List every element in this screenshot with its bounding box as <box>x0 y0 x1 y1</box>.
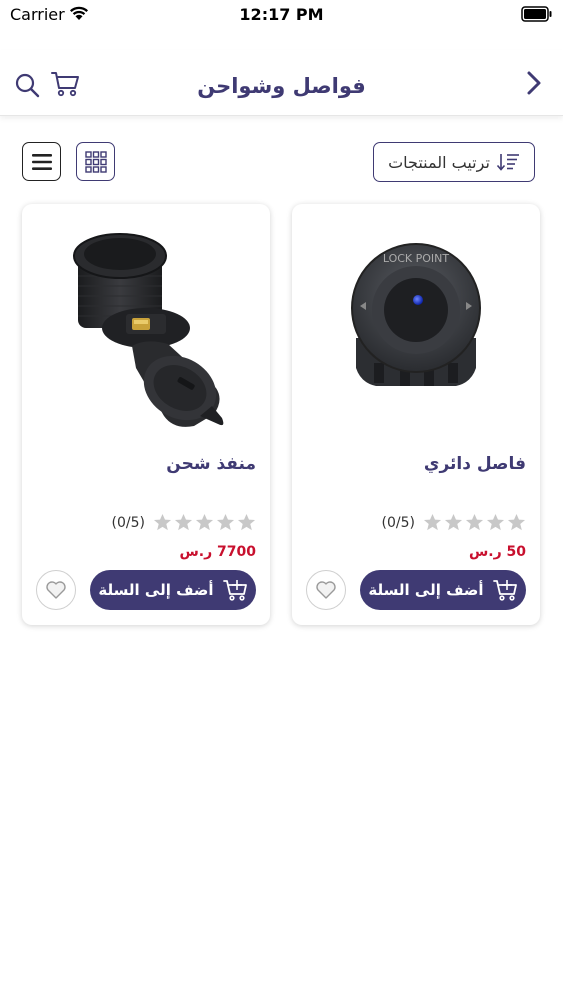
sort-icon <box>496 154 519 171</box>
clock: 12:17 PM <box>239 5 324 24</box>
rating: (0/5) <box>112 513 256 532</box>
rating-count: (0/5) <box>111 514 145 531</box>
add-to-cart-button[interactable]: أضف إلى السلة <box>360 570 526 610</box>
add-to-cart-button[interactable]: أضف إلى السلة <box>90 570 256 610</box>
star-icon <box>444 513 463 531</box>
star-icon <box>423 513 442 531</box>
add-to-cart-icon <box>492 580 517 601</box>
star-icon <box>465 513 484 531</box>
sort-label: ترتيب المنتجات <box>388 152 490 172</box>
search-icon[interactable] <box>14 72 40 98</box>
list-view-icon <box>31 153 52 170</box>
heart-icon <box>46 581 66 599</box>
star-icon <box>216 513 235 531</box>
battery-icon <box>521 6 552 22</box>
star-icon <box>174 513 193 531</box>
heart-icon <box>316 581 336 599</box>
list-view-button[interactable] <box>22 142 61 181</box>
star-icon <box>237 513 256 531</box>
star-icon <box>195 513 214 531</box>
add-to-cart-label: أضف إلى السلة <box>98 581 214 599</box>
status-bar: Carrier 12:17 PM <box>0 0 563 30</box>
product-price: 50 ر.س <box>468 544 526 560</box>
product-price: 7700 ر.س <box>179 544 256 560</box>
star-icon <box>486 513 505 531</box>
add-to-cart-icon <box>222 580 247 601</box>
wishlist-button[interactable] <box>306 570 346 610</box>
add-to-cart-label: أضف إلى السلة <box>368 581 484 599</box>
rating-count: (0/5) <box>381 514 415 531</box>
app-header: فواصل وشواحن <box>0 50 563 116</box>
round-switch-image[interactable]: LOCK POINT <box>316 218 516 428</box>
wishlist-button[interactable] <box>36 570 76 610</box>
product-card[interactable]: LOCK POINT فاصل دائري (0/5) 50 ر.س أضف إ… <box>292 204 540 625</box>
rating: (0/5) <box>382 513 526 532</box>
page-title: فواصل وشواحن <box>197 74 366 98</box>
cart-icon[interactable] <box>50 70 80 98</box>
product-card[interactable]: منفذ شحن (0/5) 7700 ر.س أضف إلى السلة <box>22 204 270 625</box>
sort-products-button[interactable]: ترتيب المنتجات <box>373 142 535 182</box>
grid-view-button[interactable] <box>76 142 115 181</box>
svg-text:LOCK POINT: LOCK POINT <box>383 252 450 265</box>
product-name[interactable]: منفذ شحن <box>166 454 256 474</box>
product-name[interactable]: فاصل دائري <box>424 454 526 474</box>
charging-port-image[interactable] <box>46 218 246 428</box>
star-icon <box>507 513 526 531</box>
star-icon <box>153 513 172 531</box>
grid-view-icon <box>84 150 107 173</box>
